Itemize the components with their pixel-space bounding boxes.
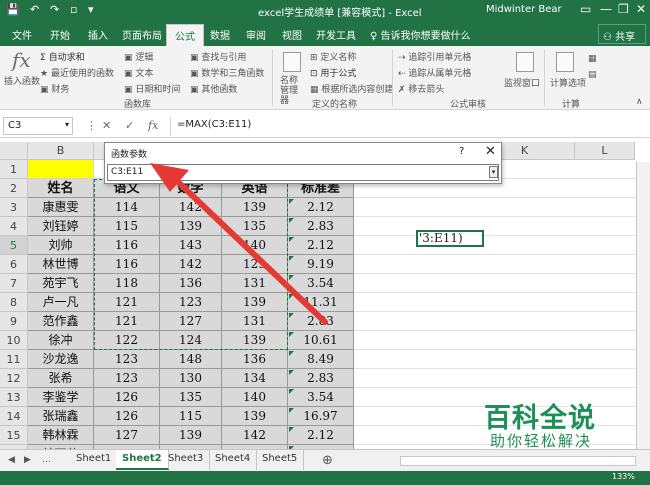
sheet-tab-bar: ◀ ▶ … Sheet1 Sheet2 Sheet3 Sheet4 Sheet5… — [0, 449, 650, 471]
prev-sheet-icon[interactable]: ◀ — [8, 455, 15, 465]
more-sheets-icon[interactable]: … — [42, 455, 51, 465]
arrow-shaft — [173, 177, 328, 325]
sheet-tab-sheet4[interactable]: Sheet4 — [209, 450, 258, 470]
sheet-tab-sheet1[interactable]: Sheet1 — [70, 450, 119, 470]
status-bar: 133% — [0, 471, 650, 485]
zoom-level[interactable]: 133% — [612, 472, 635, 481]
watermark-subtitle: 助你轻松解决 — [490, 432, 593, 450]
horizontal-scrollbar[interactable] — [400, 456, 636, 466]
sheet-tab-sheet2[interactable]: Sheet2 — [116, 450, 169, 470]
next-sheet-icon[interactable]: ▶ — [24, 455, 31, 465]
sheet-tab-sheet3[interactable]: Sheet3 — [162, 450, 211, 470]
sheet-tab-sheet5[interactable]: Sheet5 — [256, 450, 305, 470]
add-sheet-button[interactable]: ⊕ — [322, 453, 333, 468]
